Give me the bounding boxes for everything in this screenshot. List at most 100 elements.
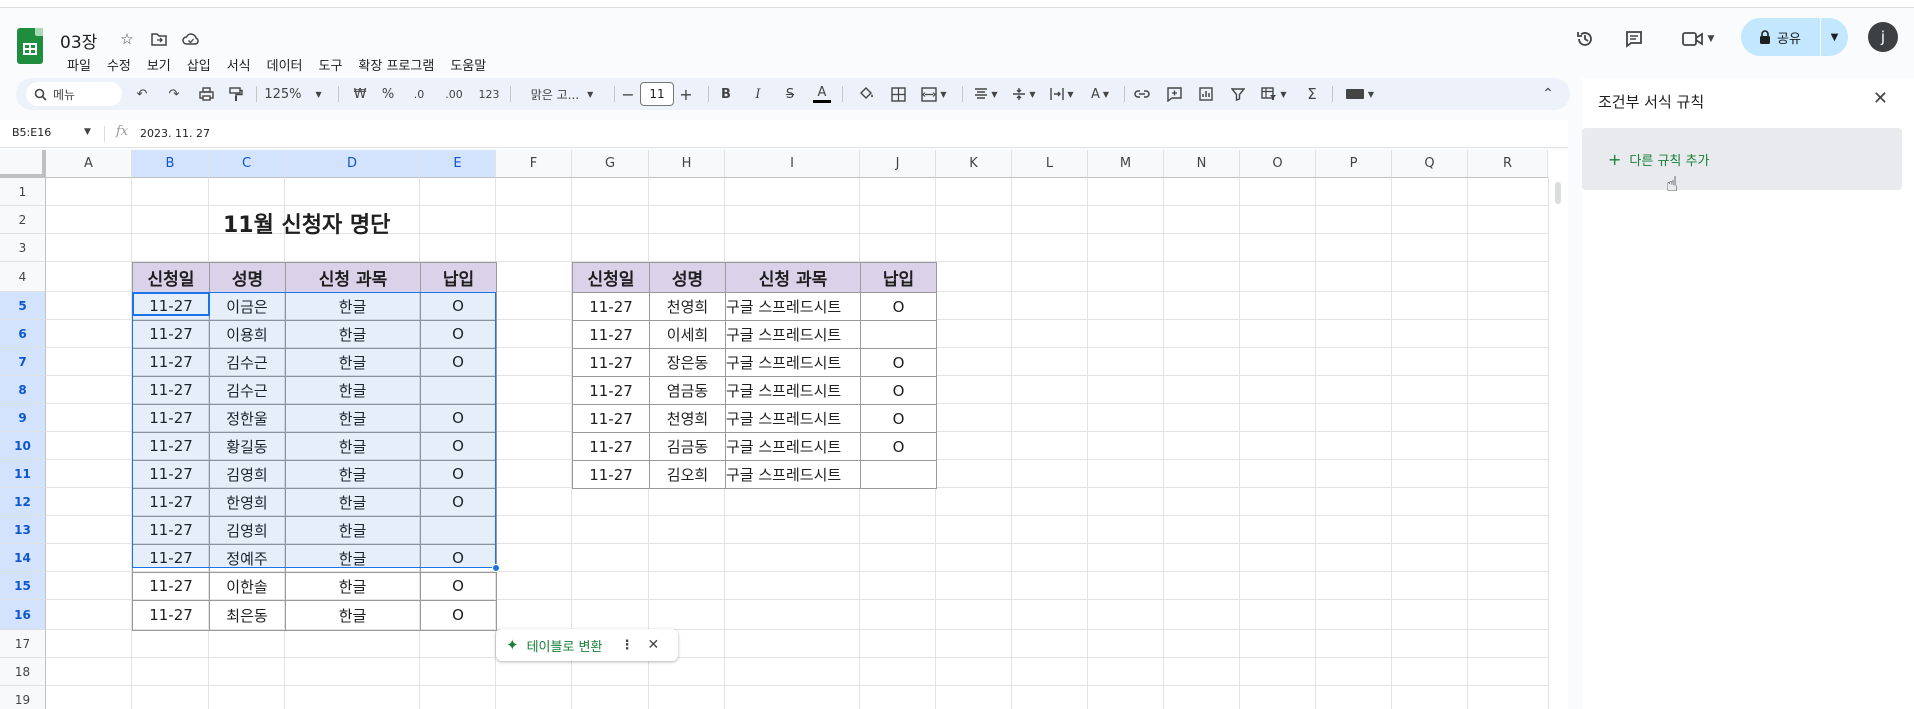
star-icon[interactable]: ☆ — [116, 28, 138, 50]
vertical-align-icon[interactable]: ▼ — [1006, 82, 1042, 106]
horizontal-align-icon[interactable]: ▼ — [968, 82, 1004, 106]
row-header-7[interactable]: 7 — [0, 348, 46, 376]
table-cell[interactable]: 11-27 — [572, 404, 650, 433]
redo-icon[interactable]: ↷ — [162, 82, 186, 106]
table-cell[interactable]: 천영희 — [649, 404, 726, 433]
borders-icon[interactable] — [886, 82, 910, 106]
undo-icon[interactable]: ↶ — [130, 82, 154, 106]
column-header-m[interactable]: M — [1088, 150, 1164, 178]
row-header-16[interactable]: 16 — [0, 600, 46, 630]
column-header-p[interactable]: P — [1316, 150, 1392, 178]
table-cell[interactable]: 구글 스프레드시트 — [725, 404, 861, 433]
sheet-title[interactable]: 11월 신청자 명단 — [223, 207, 390, 239]
row-header-4[interactable]: 4 — [0, 262, 46, 292]
row-header-9[interactable]: 9 — [0, 404, 46, 432]
formula-input[interactable]: 2023. 11. 27 — [140, 127, 210, 140]
column-header-o[interactable]: O — [1240, 150, 1316, 178]
table-cell[interactable] — [860, 320, 937, 349]
cloud-status-icon[interactable] — [180, 28, 202, 50]
row-header-1[interactable]: 1 — [0, 178, 46, 206]
meet-video-icon[interactable]: ▼ — [1676, 24, 1720, 54]
avatar[interactable]: j — [1868, 22, 1898, 52]
column-header-e[interactable]: E — [420, 150, 496, 178]
column-header-c[interactable]: C — [209, 150, 285, 178]
table-cell[interactable]: 장은동 — [649, 348, 726, 377]
collapse-toolbar-icon[interactable]: ⌃ — [1536, 82, 1560, 106]
row-header-17[interactable]: 17 — [0, 630, 46, 658]
input-tools-icon[interactable]: ▼ — [1340, 82, 1380, 106]
more-vert-icon[interactable]: ⋮ — [620, 638, 633, 653]
italic-button[interactable]: I — [746, 82, 770, 106]
table-cell[interactable]: O — [860, 348, 937, 377]
font-size-input[interactable]: 11 — [640, 82, 674, 106]
table-header-cell[interactable]: 성명 — [209, 262, 286, 293]
row-header-12[interactable]: 12 — [0, 488, 46, 516]
row-header-5[interactable]: 5 — [0, 292, 46, 320]
column-header-h[interactable]: H — [649, 150, 725, 178]
table-cell[interactable]: 11-27 — [572, 376, 650, 405]
percent-format-button[interactable]: % — [378, 82, 398, 106]
column-header-i[interactable]: I — [725, 150, 860, 178]
comments-icon[interactable] — [1619, 24, 1649, 54]
close-icon[interactable]: ✕ — [1873, 88, 1888, 109]
menu-view[interactable]: 보기 — [140, 55, 178, 74]
table-cell[interactable]: 구글 스프레드시트 — [725, 292, 861, 321]
table-header-cell[interactable]: 납입 — [860, 262, 937, 293]
table-header-cell[interactable]: 납입 — [420, 262, 497, 293]
row-header-13[interactable]: 13 — [0, 516, 46, 544]
document-title[interactable]: 03장 — [60, 28, 97, 53]
sheet-grid[interactable]: ABCDEFGHIJKLMNOPQR 1 2 3 4 5 6 7 8 9 10 11 12 13 14 15… — [0, 150, 1568, 709]
table-cell[interactable]: 구글 스프레드시트 — [725, 432, 861, 461]
table-cell[interactable]: 천영희 — [649, 292, 726, 321]
menu-tools[interactable]: 도구 — [312, 55, 350, 74]
row-header-8[interactable]: 8 — [0, 376, 46, 404]
row-header-19[interactable]: 19 — [0, 686, 46, 709]
zoom-select[interactable]: 125% ▼ — [262, 82, 324, 106]
table-cell[interactable]: 김오희 — [649, 460, 726, 489]
table-cell[interactable]: 한글 — [285, 600, 421, 631]
move-folder-icon[interactable] — [148, 28, 170, 50]
table-cell[interactable]: 11-27 — [132, 600, 210, 631]
paint-format-icon[interactable] — [224, 82, 248, 106]
name-box[interactable]: B5:E16 — [12, 126, 51, 139]
sheets-logo-icon[interactable] — [17, 28, 43, 64]
insert-chart-icon[interactable] — [1194, 82, 1218, 106]
insert-link-icon[interactable] — [1130, 82, 1154, 106]
table-cell[interactable]: 11-27 — [132, 572, 210, 601]
table-header-cell[interactable]: 신청 과목 — [285, 262, 421, 293]
column-header-l[interactable]: L — [1012, 150, 1088, 178]
table-cell[interactable]: 구글 스프레드시트 — [725, 348, 861, 377]
functions-icon[interactable]: Σ — [1300, 82, 1324, 106]
print-icon[interactable] — [194, 82, 218, 106]
menu-data[interactable]: 데이터 — [260, 55, 310, 74]
table-header-cell[interactable]: 신청일 — [132, 262, 210, 293]
select-all-corner[interactable] — [0, 150, 46, 178]
name-box-dropdown-icon[interactable]: ▼ — [84, 127, 91, 137]
menu-file[interactable]: 파일 — [60, 55, 98, 74]
strikethrough-button[interactable]: S — [778, 82, 802, 106]
table-cell[interactable]: O — [860, 432, 937, 461]
vertical-scrollbar[interactable] — [1548, 178, 1568, 709]
column-header-b[interactable]: B — [132, 150, 209, 178]
row-header-15[interactable]: 15 — [0, 572, 46, 600]
table-cell[interactable]: 최은동 — [209, 600, 286, 631]
table-cell[interactable]: O — [860, 376, 937, 405]
row-header-2[interactable]: 2 — [0, 206, 46, 234]
menu-format[interactable]: 서식 — [220, 55, 258, 74]
column-header-r[interactable]: R — [1468, 150, 1548, 178]
table-cell[interactable]: 11-27 — [572, 320, 650, 349]
column-header-j[interactable]: J — [860, 150, 936, 178]
table-header-cell[interactable]: 신청 과목 — [725, 262, 861, 293]
text-color-button[interactable]: A — [810, 82, 834, 106]
version-history-icon[interactable] — [1570, 24, 1600, 54]
table-cell[interactable]: O — [860, 292, 937, 321]
row-header-18[interactable]: 18 — [0, 658, 46, 686]
scroll-thumb[interactable] — [1555, 182, 1561, 204]
currency-format-button[interactable]: ₩ — [350, 82, 370, 106]
table-cell[interactable]: 구글 스프레드시트 — [725, 376, 861, 405]
menu-insert[interactable]: 삽입 — [180, 55, 218, 74]
column-header-g[interactable]: G — [572, 150, 649, 178]
table-cell[interactable]: 11-27 — [572, 348, 650, 377]
row-header-11[interactable]: 11 — [0, 460, 46, 488]
table-cell[interactable]: O — [420, 600, 497, 631]
